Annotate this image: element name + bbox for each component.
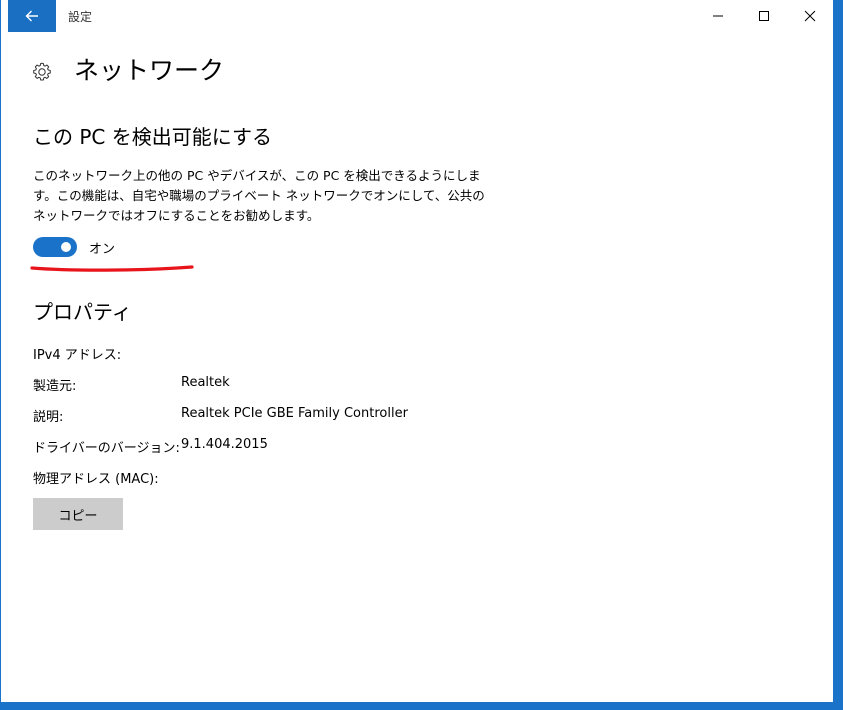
property-row-ipv4: IPv4 アドレス: bbox=[33, 344, 553, 364]
discoverable-toggle-row: オン bbox=[33, 236, 115, 258]
property-label: 製造元: bbox=[33, 379, 77, 394]
settings-window: 設定 ネットワーク この PC を検出可能にする このネットワーク上の他の PC… bbox=[1, 0, 833, 702]
description-line: す。この機能は、自宅や職場のプライベート ネットワークでオンにして、公共の bbox=[33, 188, 485, 203]
property-label: ドライバーのバージョン: bbox=[33, 441, 180, 456]
description-line: ネットワークではオフにすることをお勧めします。 bbox=[33, 208, 320, 223]
properties-section-title: プロパティ bbox=[33, 300, 132, 324]
page-title: ネットワーク bbox=[74, 56, 225, 85]
toggle-knob bbox=[61, 242, 71, 252]
close-icon bbox=[804, 10, 816, 22]
close-button[interactable] bbox=[787, 0, 833, 32]
property-row-manufacturer: 製造元: Realtek bbox=[33, 375, 553, 395]
description-line: このネットワーク上の他の PC やデバイスが、この PC を検出できるようにしま bbox=[33, 168, 481, 183]
property-row-driver-version: ドライバーのバージョン: 9.1.404.2015 bbox=[33, 437, 553, 457]
property-value: Realtek bbox=[181, 375, 230, 390]
minimize-icon bbox=[713, 15, 723, 17]
maximize-icon bbox=[759, 11, 769, 21]
title-bar: 設定 bbox=[1, 0, 833, 32]
property-label: 物理アドレス (MAC): bbox=[33, 472, 159, 487]
property-row-description: 説明: Realtek PCIe GBE Family Controller bbox=[33, 406, 553, 426]
discoverable-toggle[interactable] bbox=[33, 237, 77, 257]
property-label: IPv4 アドレス: bbox=[33, 348, 122, 363]
maximize-button[interactable] bbox=[741, 0, 787, 32]
back-arrow-icon bbox=[25, 10, 38, 22]
back-button[interactable] bbox=[8, 0, 56, 32]
page-header: ネットワーク bbox=[31, 56, 224, 88]
discoverable-section-title: この PC を検出可能にする bbox=[33, 125, 272, 149]
app-title: 設定 bbox=[68, 10, 93, 24]
property-row-mac-address: 物理アドレス (MAC): bbox=[33, 468, 553, 488]
gear-icon bbox=[33, 62, 51, 81]
minimize-button[interactable] bbox=[695, 0, 741, 32]
property-label: 説明: bbox=[33, 410, 64, 425]
property-value: 9.1.404.2015 bbox=[181, 437, 268, 452]
red-underline-annotation bbox=[30, 265, 194, 272]
toggle-label: オン bbox=[89, 241, 116, 257]
property-value: Realtek PCIe GBE Family Controller bbox=[181, 406, 408, 421]
copy-button[interactable]: コピー bbox=[33, 498, 123, 530]
discoverable-description: このネットワーク上の他の PC やデバイスが、この PC を検出できるようにしま… bbox=[33, 166, 485, 226]
